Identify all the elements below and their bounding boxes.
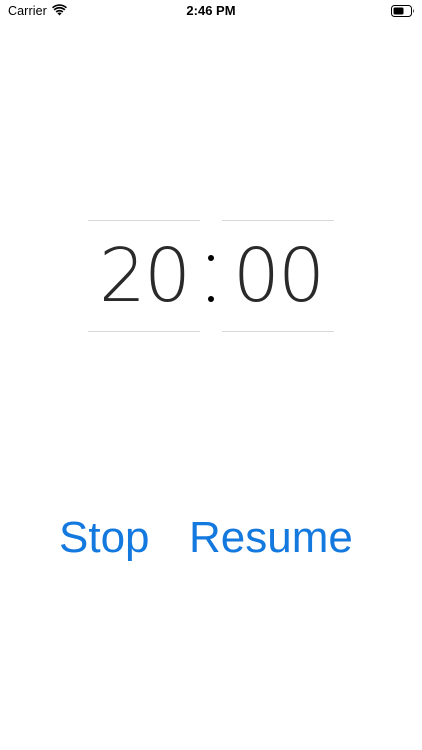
stop-button[interactable]: Stop [59,510,150,566]
timer-display: 20 00 [0,220,422,332]
colon-top-dot [208,255,214,261]
seconds-picker[interactable]: 00 [222,220,334,332]
battery-icon [391,5,414,17]
seconds-value: 00 [232,233,325,319]
resume-button[interactable]: Resume [189,510,353,566]
minutes-picker[interactable]: 20 [88,220,200,332]
status-bar: Carrier 2:46 PM [0,0,422,24]
status-time: 2:46 PM [186,3,236,18]
minutes-value: 20 [98,233,191,319]
colon-bottom-dot [208,296,214,302]
